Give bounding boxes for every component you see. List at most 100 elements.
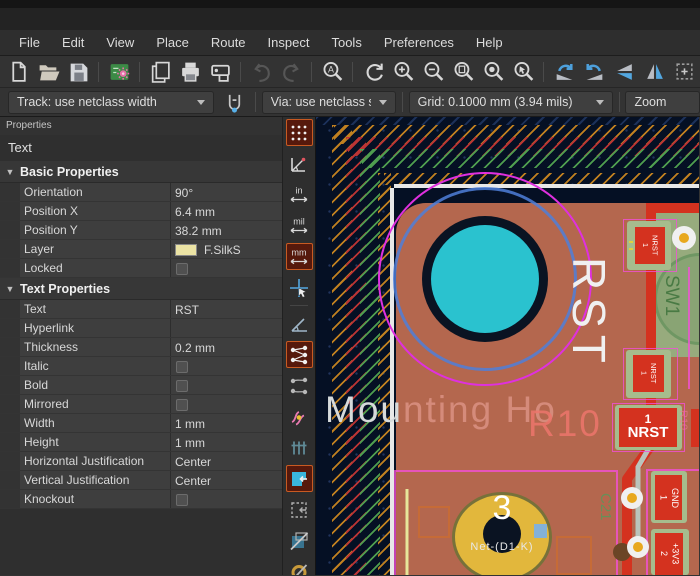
rotate-cw-icon: [583, 60, 606, 83]
track-width-dropdown[interactable]: Track: use netclass width: [8, 91, 214, 114]
property-value[interactable]: 6.4 mm: [175, 205, 215, 219]
property-value-cell[interactable]: [170, 376, 282, 394]
zoom-fit-page-button[interactable]: [449, 58, 477, 86]
redo-button[interactable]: [277, 58, 305, 86]
grid-visibility-icon: [288, 122, 310, 144]
units-inches-button[interactable]: in: [286, 181, 313, 208]
knockout-checkbox[interactable]: [176, 494, 188, 506]
property-value-cell[interactable]: Center: [170, 471, 282, 489]
property-value[interactable]: 90°: [175, 186, 193, 200]
property-value-cell[interactable]: 1 mm: [170, 414, 282, 432]
net-colors-button[interactable]: [286, 434, 313, 461]
polar-coordinates-button[interactable]: [286, 150, 313, 177]
property-label: Position X: [20, 202, 170, 220]
via-display-button[interactable]: [286, 558, 313, 575]
new-board-button[interactable]: [4, 58, 32, 86]
rotate-ccw-button[interactable]: [550, 58, 578, 86]
redo-icon: [280, 60, 303, 83]
cursor-full-crosshair-button[interactable]: [286, 274, 313, 301]
menu-item-tools[interactable]: Tools: [320, 32, 372, 53]
layer-value[interactable]: F.SilkS: [204, 243, 241, 257]
property-label: Text: [20, 300, 170, 318]
mirrored-checkbox[interactable]: [176, 399, 188, 411]
zoom-dropdown[interactable]: Zoom: [625, 91, 700, 114]
find-button[interactable]: A: [318, 58, 346, 86]
undo-button[interactable]: [247, 58, 275, 86]
flip-vertical-button[interactable]: [610, 58, 638, 86]
property-value-cell[interactable]: [170, 357, 282, 375]
grid-visibility-button[interactable]: [286, 119, 313, 146]
grid-dropdown[interactable]: Grid: 0.1000 mm (3.94 mils): [409, 91, 613, 114]
section-header[interactable]: ▼Basic Properties: [0, 161, 282, 183]
property-label: Italic: [20, 357, 170, 375]
zone-fill-off-button[interactable]: [286, 527, 313, 554]
property-value-cell[interactable]: [170, 395, 282, 413]
ratsnest-visibility-button[interactable]: [286, 341, 313, 368]
highlight-nets-button[interactable]: [286, 403, 313, 430]
pcb-canvas[interactable]: SW1 RST Mounting Ho R10: [316, 117, 699, 575]
rotate-cw-button[interactable]: [580, 58, 608, 86]
ratsnest-curved-button[interactable]: [286, 372, 313, 399]
property-value-cell[interactable]: Center: [170, 452, 282, 470]
property-value[interactable]: Center: [175, 474, 211, 488]
zone-outline-display-button[interactable]: [286, 496, 313, 523]
property-value[interactable]: 1 mm: [175, 436, 205, 450]
selected-item-type: Text: [0, 135, 282, 161]
menu-item-view[interactable]: View: [95, 32, 145, 53]
menu-item-preferences[interactable]: Preferences: [373, 32, 465, 53]
property-value-cell[interactable]: 1 mm: [170, 433, 282, 451]
property-value-cell[interactable]: 0.2 mm: [170, 338, 282, 356]
zone-fill-display-button[interactable]: [286, 465, 313, 492]
track-posture-button[interactable]: [221, 88, 249, 116]
property-label: Hyperlink: [20, 319, 170, 337]
board-setup-button[interactable]: [105, 58, 133, 86]
property-value-cell[interactable]: F.SilkS: [170, 240, 282, 258]
group-button[interactable]: [670, 58, 698, 86]
menu-item-place[interactable]: Place: [145, 32, 200, 53]
units-mils-button[interactable]: mil: [286, 212, 313, 239]
units-mm-button[interactable]: mm: [286, 243, 313, 270]
via-size-dropdown[interactable]: Via: use netclass sizes: [262, 91, 396, 114]
highlight-nets-icon: [288, 406, 310, 428]
menu-item-edit[interactable]: Edit: [51, 32, 95, 53]
property-value-cell[interactable]: [170, 319, 282, 337]
zoom-in-button[interactable]: [389, 58, 417, 86]
save-board-button[interactable]: [64, 58, 92, 86]
plot-button[interactable]: [206, 58, 234, 86]
property-value-cell[interactable]: 90°: [170, 183, 282, 201]
zoom-out-button[interactable]: [419, 58, 447, 86]
measure-angle-button[interactable]: [286, 310, 313, 337]
property-value-cell[interactable]: [170, 259, 282, 277]
property-value-cell[interactable]: 38.2 mm: [170, 221, 282, 239]
menu-item-help[interactable]: Help: [465, 32, 514, 53]
bold-checkbox[interactable]: [176, 380, 188, 392]
property-value[interactable]: 1 mm: [175, 417, 205, 431]
menu-item-route[interactable]: Route: [200, 32, 257, 53]
property-value[interactable]: 0.2 mm: [175, 341, 215, 355]
window-titlebar[interactable]: [0, 0, 700, 30]
locked-checkbox[interactable]: [176, 263, 188, 275]
print-button[interactable]: [176, 58, 204, 86]
zoom-out-icon: [422, 60, 445, 83]
page-settings-button[interactable]: [146, 58, 174, 86]
zoom-selection-button[interactable]: [509, 58, 537, 86]
italic-checkbox[interactable]: [176, 361, 188, 373]
menu-item-file[interactable]: File: [8, 32, 51, 53]
smd-pad-edge: [691, 409, 699, 447]
property-value-cell[interactable]: 6.4 mm: [170, 202, 282, 220]
property-value[interactable]: 38.2 mm: [175, 224, 222, 238]
section-header[interactable]: ▼Text Properties: [0, 278, 282, 300]
open-board-button[interactable]: [34, 58, 62, 86]
property-value-cell[interactable]: [170, 490, 282, 508]
property-value[interactable]: Center: [175, 455, 211, 469]
units-mm-icon: mm: [288, 246, 310, 268]
menu-item-inspect[interactable]: Inspect: [257, 32, 321, 53]
refresh-button[interactable]: [359, 58, 387, 86]
row-gutter: [0, 471, 20, 489]
property-value-cell[interactable]: RST: [170, 300, 282, 318]
property-value[interactable]: RST: [175, 303, 199, 317]
track-width-label: Track: use netclass width: [17, 95, 189, 109]
zoom-fit-objects-button[interactable]: [479, 58, 507, 86]
collapse-triangle-icon: ▼: [0, 167, 20, 177]
flip-horizontal-button[interactable]: [640, 58, 668, 86]
